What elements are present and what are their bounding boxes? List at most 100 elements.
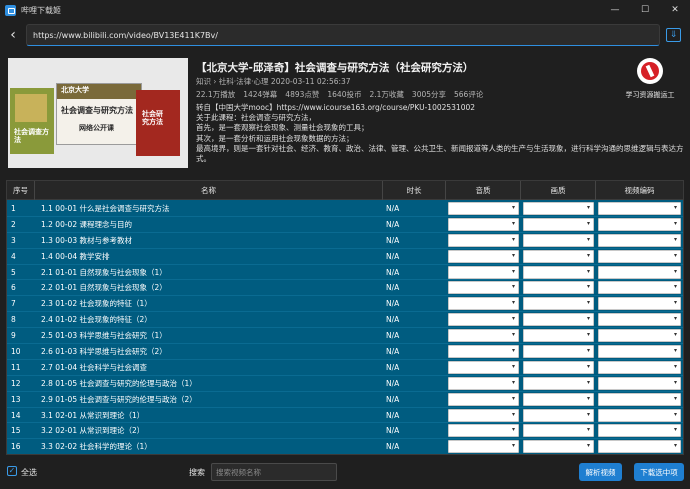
video-codec-select[interactable]: ▾ [598, 313, 681, 327]
table-row[interactable]: 12 2.8 01-05 社会调查与研究的伦理与政治（1） N/A ▾ ▾ ▾ [7, 375, 683, 392]
audio-quality-select-cell: ▾ [446, 424, 521, 438]
video-quality-select[interactable]: ▾ [523, 424, 594, 438]
desc-line: 转自【中国大学mooc】https://www.icourse163.org/c… [196, 103, 476, 112]
video-codec-select[interactable]: ▾ [598, 424, 681, 438]
table-row[interactable]: 4 1.4 00-04 教学安排 N/A ▾ ▾ ▾ [7, 248, 683, 265]
video-quality-select-cell: ▾ [521, 281, 596, 295]
video-quality-select[interactable]: ▾ [523, 313, 594, 327]
video-quality-select-cell: ▾ [521, 392, 596, 406]
table-row[interactable]: 5 2.1 01-01 自然现象与社会现象（1） N/A ▾ ▾ ▾ [7, 264, 683, 281]
audio-quality-select[interactable]: ▾ [448, 392, 519, 406]
table-row[interactable]: 15 3.2 02-01 从常识到理论（2） N/A ▾ ▾ ▾ [7, 423, 683, 440]
audio-quality-select[interactable]: ▾ [448, 344, 519, 358]
select-all-checkbox[interactable]: ✓ [7, 466, 17, 476]
back-arrow-icon[interactable]: ‹ [5, 26, 21, 44]
maximize-button[interactable]: ☐ [630, 0, 660, 20]
row-no: 12 [11, 378, 21, 388]
row-duration: N/A [386, 267, 400, 277]
video-codec-select[interactable]: ▾ [598, 392, 681, 406]
video-quality-select[interactable]: ▾ [523, 297, 594, 311]
audio-quality-select[interactable]: ▾ [448, 217, 519, 231]
audio-quality-select[interactable]: ▾ [448, 233, 519, 247]
row-name: 2.9 01-05 社会调查与研究的伦理与政治（2） [41, 394, 197, 404]
video-quality-select[interactable]: ▾ [523, 233, 594, 247]
table-row[interactable]: 1 1.1 00-01 什么是社会调查与研究方法 N/A ▾ ▾ ▾ [7, 201, 683, 217]
audio-quality-select[interactable]: ▾ [448, 408, 519, 422]
video-quality-select[interactable]: ▾ [523, 392, 594, 406]
title-bar: 哔哩下载姬 — ☐ ✕ [0, 0, 690, 20]
download-selected-button[interactable]: 下载选中项 [634, 463, 684, 481]
video-codec-select[interactable]: ▾ [598, 281, 681, 295]
video-quality-select[interactable]: ▾ [523, 281, 594, 295]
video-codec-select[interactable]: ▾ [598, 265, 681, 279]
audio-quality-select-cell: ▾ [446, 313, 521, 327]
video-codec-select[interactable]: ▾ [598, 217, 681, 231]
table-row[interactable]: 6 2.2 01-01 自然现象与社会现象（2） N/A ▾ ▾ ▾ [7, 280, 683, 297]
audio-quality-select[interactable]: ▾ [448, 440, 519, 454]
avatar[interactable] [637, 58, 663, 84]
video-stats: 22.1万播放 1424弹幕 4893点赞 1640投币 2.1万收藏 3005… [196, 89, 483, 100]
select-all-label[interactable]: 全选 [21, 467, 37, 478]
video-codec-select[interactable]: ▾ [598, 344, 681, 358]
table-row[interactable]: 3 1.3 00-03 教材与参考教材 N/A ▾ ▾ ▾ [7, 232, 683, 249]
video-codec-select[interactable]: ▾ [598, 408, 681, 422]
table-row[interactable]: 13 2.9 01-05 社会调查与研究的伦理与政治（2） N/A ▾ ▾ ▾ [7, 391, 683, 408]
video-quality-select[interactable]: ▾ [523, 249, 594, 263]
table-row[interactable]: 10 2.6 01-03 科学思维与社会研究（2） N/A ▾ ▾ ▾ [7, 344, 683, 360]
table-row[interactable]: 8 2.4 01-02 社会现象的特征（2） N/A ▾ ▾ ▾ [7, 312, 683, 329]
audio-quality-select[interactable]: ▾ [448, 424, 519, 438]
video-codec-select-cell: ▾ [596, 265, 683, 279]
video-codec-select[interactable]: ▾ [598, 329, 681, 343]
video-quality-select[interactable]: ▾ [523, 265, 594, 279]
parse-video-button[interactable]: 解析视频 [579, 463, 622, 481]
table-row[interactable]: 11 2.7 01-04 社会科学与社会调查 N/A ▾ ▾ ▾ [7, 359, 683, 376]
header-video-quality[interactable]: 画质 [521, 181, 596, 200]
audio-quality-select[interactable]: ▾ [448, 265, 519, 279]
download-icon[interactable]: ⇓ [666, 28, 681, 42]
video-codec-select[interactable]: ▾ [598, 201, 681, 215]
audio-quality-select[interactable]: ▾ [448, 376, 519, 390]
video-quality-select[interactable]: ▾ [523, 440, 594, 454]
minimize-button[interactable]: — [600, 0, 630, 20]
audio-quality-select[interactable]: ▾ [448, 297, 519, 311]
audio-quality-select[interactable]: ▾ [448, 329, 519, 343]
audio-quality-select[interactable]: ▾ [448, 281, 519, 295]
uploader[interactable]: 学习资源搬运工 [618, 58, 682, 100]
table-row[interactable]: 7 2.3 01-02 社会现象的特征（1） N/A ▾ ▾ ▾ [7, 296, 683, 313]
search-input[interactable] [211, 463, 337, 481]
video-codec-select[interactable]: ▾ [598, 297, 681, 311]
chevron-down-icon: ▾ [511, 267, 515, 275]
header-audio-quality[interactable]: 音质 [446, 181, 521, 200]
audio-quality-select[interactable]: ▾ [448, 313, 519, 327]
chevron-down-icon: ▾ [511, 331, 515, 339]
table-row[interactable]: 9 2.5 01-03 科学思维与社会研究（1） N/A ▾ ▾ ▾ [7, 328, 683, 345]
video-quality-select[interactable]: ▾ [523, 408, 594, 422]
video-codec-select[interactable]: ▾ [598, 233, 681, 247]
header-video-codec[interactable]: 视频编码 [596, 181, 683, 200]
video-codec-select[interactable]: ▾ [598, 376, 681, 390]
video-quality-select[interactable]: ▾ [523, 344, 594, 358]
header-name[interactable]: 名称 [35, 181, 383, 200]
video-quality-select[interactable]: ▾ [523, 217, 594, 231]
table-row[interactable]: 16 3.3 02-02 社会科学的理论（1） N/A ▾ ▾ ▾ [7, 439, 683, 454]
table-row[interactable]: 14 3.1 02-01 从常识到理论（1） N/A ▾ ▾ ▾ [7, 407, 683, 424]
audio-quality-select[interactable]: ▾ [448, 360, 519, 374]
video-codec-select[interactable]: ▾ [598, 440, 681, 454]
row-duration: N/A [386, 203, 400, 213]
video-quality-select[interactable]: ▾ [523, 376, 594, 390]
table-row[interactable]: 2 1.2 00-02 课程理念与目的 N/A ▾ ▾ ▾ [7, 216, 683, 233]
audio-quality-select[interactable]: ▾ [448, 201, 519, 215]
video-codec-select[interactable]: ▾ [598, 360, 681, 374]
video-codec-select[interactable]: ▾ [598, 249, 681, 263]
video-quality-select[interactable]: ▾ [523, 329, 594, 343]
row-name: 1.2 00-02 课程理念与目的 [41, 219, 132, 229]
video-quality-select[interactable]: ▾ [523, 360, 594, 374]
video-quality-select[interactable]: ▾ [523, 201, 594, 215]
header-no[interactable]: 序号 [7, 181, 35, 200]
audio-quality-select[interactable]: ▾ [448, 249, 519, 263]
close-button[interactable]: ✕ [660, 0, 690, 20]
header-duration[interactable]: 时长 [383, 181, 446, 200]
uploader-name[interactable]: 学习资源搬运工 [618, 90, 682, 100]
row-name: 2.1 01-01 自然现象与社会现象（1） [41, 267, 167, 277]
url-input[interactable] [26, 24, 660, 46]
